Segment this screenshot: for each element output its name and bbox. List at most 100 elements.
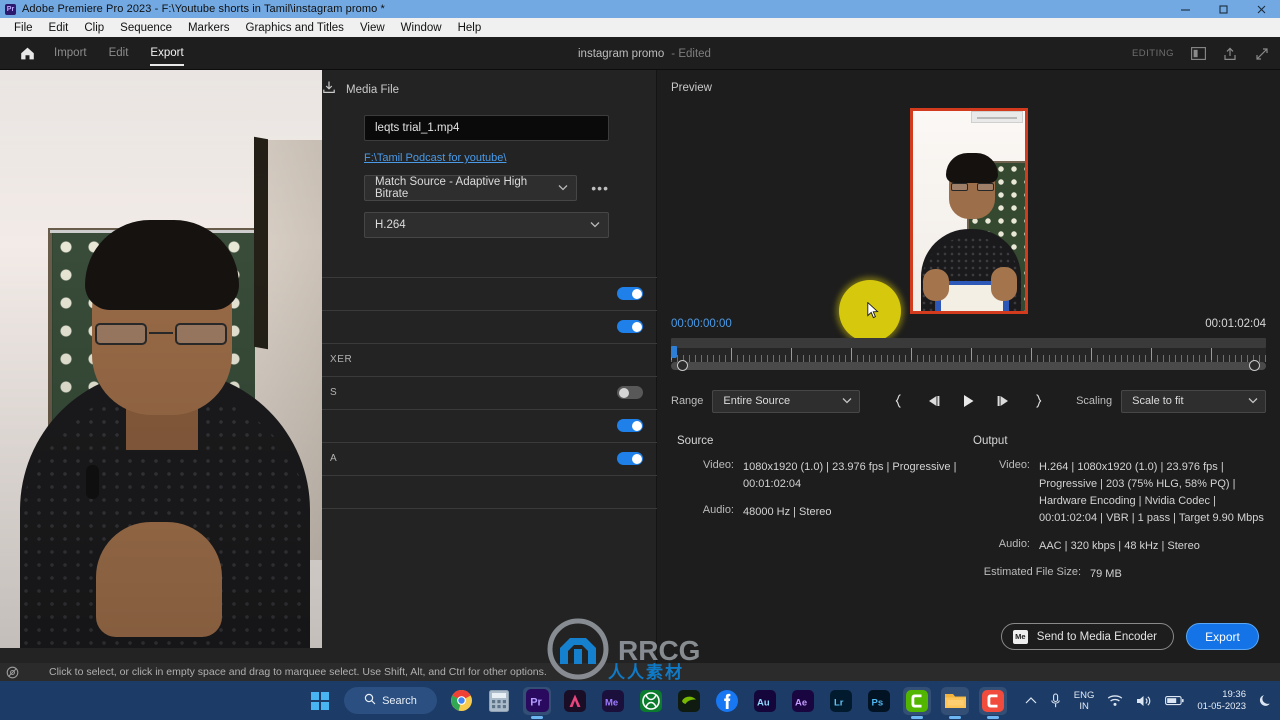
preset-select[interactable]: Match Source - Adaptive High Bitrate xyxy=(364,175,578,201)
settings-row-toggle[interactable] xyxy=(617,320,643,333)
settings-row-video[interactable] xyxy=(322,277,657,310)
chevron-down-icon xyxy=(590,220,600,230)
timeline-out-handle[interactable] xyxy=(1249,360,1260,371)
settings-row-toggle[interactable] xyxy=(617,386,643,399)
mark-out-icon[interactable] xyxy=(1030,393,1046,409)
tab-export[interactable]: Export xyxy=(150,37,184,70)
menu-item-sequence[interactable]: Sequence xyxy=(112,22,180,34)
menu-item-view[interactable]: View xyxy=(352,22,393,34)
settings-row-toggle[interactable] xyxy=(617,452,643,465)
step-back-icon[interactable] xyxy=(925,393,941,409)
preview-person-glasses xyxy=(951,183,994,191)
timeline-strip[interactable] xyxy=(671,338,1266,348)
file-explorer-icon[interactable] xyxy=(941,686,969,719)
close-button[interactable] xyxy=(1242,0,1280,18)
overlay-lapel-mic xyxy=(86,465,99,499)
menu-item-window[interactable]: Window xyxy=(393,22,450,34)
notifications-icon[interactable] xyxy=(1259,694,1272,708)
scaling-label: Scaling xyxy=(1076,395,1113,407)
maximize-button[interactable] xyxy=(1204,0,1242,18)
no-select-icon[interactable] xyxy=(5,665,19,679)
file-name-input[interactable] xyxy=(364,115,609,141)
battery-icon[interactable] xyxy=(1165,695,1184,706)
format-select[interactable]: H.264 xyxy=(364,212,609,238)
svg-text:Ps: Ps xyxy=(872,697,884,708)
photoshop-icon[interactable]: Ps xyxy=(865,687,893,715)
menu-item-graphics-and-titles[interactable]: Graphics and Titles xyxy=(238,22,352,34)
settings-row-toggle[interactable] xyxy=(617,419,643,432)
timeline-playhead[interactable] xyxy=(671,346,677,358)
status-bar-text: Click to select, or click in empty space… xyxy=(49,666,547,678)
timeline-in-handle[interactable] xyxy=(677,360,688,371)
scaling-select[interactable]: Scale to fit xyxy=(1121,389,1266,413)
tab-import[interactable]: Import xyxy=(54,37,87,70)
workspace-label[interactable]: EDITING xyxy=(1132,48,1174,59)
premiere-pro-window: Pr Adobe Premiere Pro 2023 - F:\Youtube … xyxy=(0,0,1280,720)
nvidia-icon[interactable] xyxy=(675,687,703,715)
lightroom-icon[interactable]: Lr xyxy=(827,687,855,715)
timeline-ruler[interactable] xyxy=(671,346,1266,362)
calculator-icon[interactable] xyxy=(485,687,513,715)
preview-controls-bar: Range Entire Source Scaling Scale to fit xyxy=(671,386,1266,416)
settings-row-captions[interactable] xyxy=(322,409,657,442)
settings-row-audio[interactable] xyxy=(322,310,657,343)
wechat-icon[interactable] xyxy=(903,686,931,719)
menu-item-file[interactable]: File xyxy=(6,22,41,34)
export-button[interactable]: Export xyxy=(1186,623,1259,650)
windows-start-icon[interactable] xyxy=(306,687,334,715)
preview-stage[interactable] xyxy=(671,104,1266,352)
tab-edit[interactable]: Edit xyxy=(109,37,129,70)
camscanner-icon[interactable] xyxy=(979,686,1007,719)
menu-item-edit[interactable]: Edit xyxy=(41,22,77,34)
send-to-media-encoder-button[interactable]: Me Send to Media Encoder xyxy=(1000,623,1174,650)
mark-in-icon[interactable] xyxy=(890,393,906,409)
preview-panel: Preview 00:00:00:00 00:01:02:04 Range En… xyxy=(657,70,1280,663)
range-select[interactable]: Entire Source xyxy=(712,389,861,413)
media-encoder-icon[interactable]: Me xyxy=(599,687,627,715)
system-tray: ENG IN 19:36 01-05-2023 xyxy=(1025,681,1272,720)
header-right-controls: EDITING xyxy=(1132,37,1270,70)
menu-item-markers[interactable]: Markers xyxy=(180,22,238,34)
preset-more-options-button[interactable]: ••• xyxy=(591,180,609,196)
settings-row-label: XER xyxy=(330,354,353,365)
layout-icon[interactable] xyxy=(1190,46,1206,62)
adobe-express-icon[interactable] xyxy=(561,687,589,715)
timeline-timecodes: 00:00:00:00 00:01:02:04 xyxy=(671,318,1266,330)
settings-row-metadata[interactable]: A xyxy=(322,442,657,475)
chrome-icon[interactable] xyxy=(447,687,475,715)
minimize-button[interactable] xyxy=(1166,0,1204,18)
status-bar: Click to select, or click in empty space… xyxy=(0,663,1280,681)
audition-icon[interactable]: Au xyxy=(751,687,779,715)
play-icon[interactable] xyxy=(960,393,976,409)
taskbar-search-box[interactable]: Search xyxy=(344,687,437,714)
microphone-icon[interactable] xyxy=(1050,692,1061,709)
step-forward-icon[interactable] xyxy=(995,393,1011,409)
clock-time: 19:36 xyxy=(1222,688,1246,700)
timeline-scrubber-track[interactable] xyxy=(671,362,1266,370)
language-code: ENG xyxy=(1073,689,1095,701)
language-indicator[interactable]: ENG IN xyxy=(1074,690,1095,712)
import-file-icon xyxy=(322,80,336,99)
settings-row-toggle[interactable] xyxy=(617,287,643,300)
timeline-start-timecode[interactable]: 00:00:00:00 xyxy=(671,318,732,330)
menu-item-clip[interactable]: Clip xyxy=(76,22,112,34)
home-icon[interactable] xyxy=(18,44,36,62)
source-video-value: 1080x1920 (1.0) | 23.976 fps | Progressi… xyxy=(743,461,957,490)
facebook-icon[interactable] xyxy=(713,687,741,715)
after-effects-icon[interactable]: Ae xyxy=(789,687,817,715)
fullscreen-icon[interactable] xyxy=(1254,46,1270,62)
svg-text:Lr: Lr xyxy=(834,697,844,708)
volume-icon[interactable] xyxy=(1136,694,1152,708)
xbox-icon[interactable] xyxy=(637,687,665,715)
timeline-end-timecode[interactable]: 00:01:02:04 xyxy=(1205,318,1266,330)
premiere-pro-icon[interactable]: Pr xyxy=(523,686,551,719)
preview-label: Preview xyxy=(671,82,712,94)
share-icon[interactable] xyxy=(1222,46,1238,62)
wifi-icon[interactable] xyxy=(1107,694,1123,707)
settings-row-effects[interactable]: S xyxy=(322,376,657,409)
settings-row-multiplexer[interactable]: XER xyxy=(322,343,657,376)
taskbar-clock[interactable]: 19:36 01-05-2023 xyxy=(1197,689,1246,713)
menu-item-help[interactable]: Help xyxy=(450,22,490,34)
chevron-up-icon[interactable] xyxy=(1025,696,1037,705)
output-location-link[interactable]: F:\Tamil Podcast for youtube\ xyxy=(364,152,609,164)
